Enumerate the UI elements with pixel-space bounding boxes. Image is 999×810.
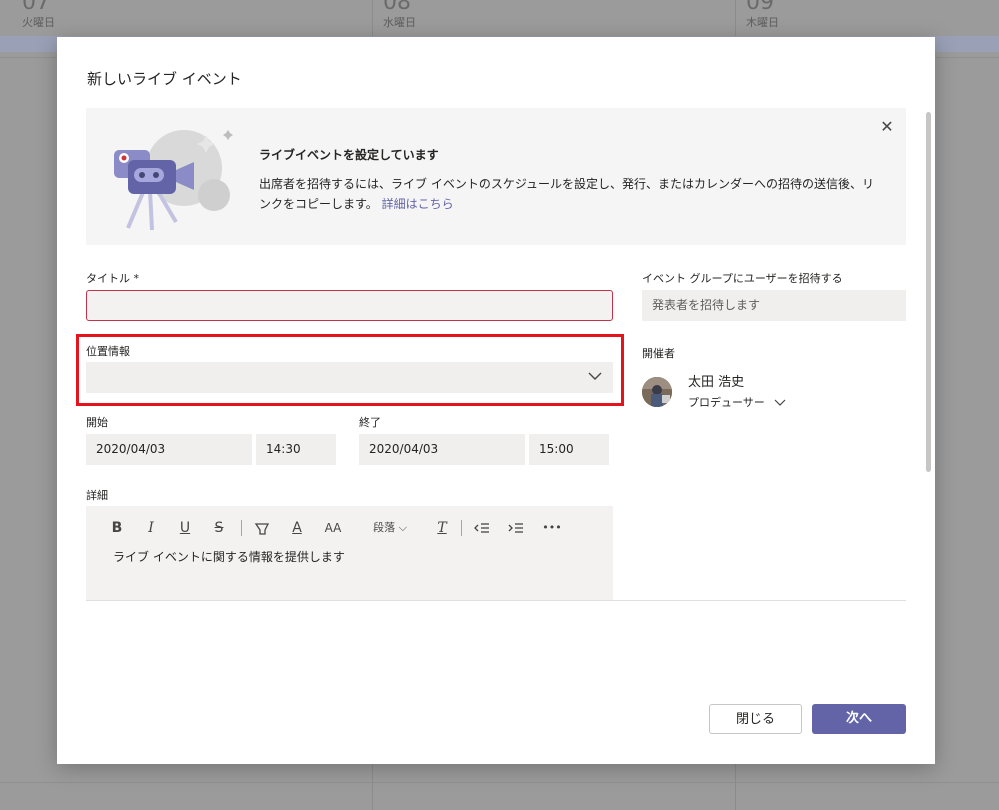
outdent-icon[interactable]	[472, 516, 492, 540]
details-editor[interactable]: B I U S A AA 段落 ⌵ T ••• ライブ イベントに関する情報を提…	[86, 506, 613, 601]
chevron-down-icon	[774, 399, 786, 406]
day-number: 08	[383, 0, 411, 15]
format-toolbar: B I U S A AA 段落 ⌵ T •••	[86, 516, 613, 540]
italic-button[interactable]: I	[142, 516, 160, 540]
underline-button[interactable]: U	[176, 516, 194, 540]
paragraph-label: 段落	[373, 521, 396, 534]
close-banner-icon[interactable]: ✕	[878, 118, 896, 136]
dialog-title: 新しいライブ イベント	[87, 70, 242, 88]
invite-presenters-input[interactable]: 発表者を招待します	[642, 290, 906, 321]
font-size-button[interactable]: AA	[322, 516, 344, 540]
organizer-role-dropdown[interactable]: プロデューサー	[688, 394, 786, 410]
calendar-gridline	[0, 782, 999, 783]
more-options-button[interactable]: •••	[540, 516, 564, 540]
start-date-field[interactable]: 2020/04/03	[86, 434, 252, 465]
title-input[interactable]	[87, 291, 612, 320]
banner-text: 出席者を招待するには、ライブ イベントのスケジュールを設定し、発行、またはカレン…	[259, 174, 879, 214]
start-time-field[interactable]: 14:30	[256, 434, 336, 465]
banner-body-text: 出席者を招待するには、ライブ イベントのスケジュールを設定し、発行、またはカレン…	[259, 177, 874, 211]
location-label: 位置情報	[86, 345, 130, 358]
info-banner: ✕ ライブイベントを設定しています 出席者を招待するには、ライブ イベントのスケ…	[86, 108, 906, 245]
location-dropdown[interactable]	[86, 362, 613, 393]
strikethrough-button[interactable]: S	[210, 516, 228, 540]
indent-icon[interactable]	[506, 516, 526, 540]
title-field[interactable]	[86, 290, 613, 321]
end-time-field[interactable]: 15:00	[529, 434, 609, 465]
chevron-down-icon[interactable]	[587, 368, 603, 384]
organizer-name: 太田 浩史	[688, 375, 745, 390]
dialog-scrollbar[interactable]	[926, 112, 931, 472]
learn-more-link[interactable]: 詳細はこちら	[382, 197, 454, 211]
banner-heading: ライブイベントを設定しています	[259, 148, 439, 162]
title-label: タイトル *	[86, 272, 139, 285]
avatar-photo	[642, 377, 672, 407]
day-label: 水曜日	[383, 16, 416, 29]
day-label: 木曜日	[746, 16, 779, 29]
next-button[interactable]: 次へ	[812, 704, 906, 734]
font-color-button[interactable]: A	[288, 516, 306, 540]
end-date-field[interactable]: 2020/04/03	[359, 434, 525, 465]
start-label: 開始	[86, 416, 108, 429]
invite-label: イベント グループにユーザーを招待する	[642, 272, 843, 285]
end-label: 終了	[359, 416, 381, 429]
organizer-role: プロデューサー	[688, 396, 765, 409]
details-label: 詳細	[86, 489, 108, 502]
bold-button[interactable]: B	[108, 516, 126, 540]
close-button[interactable]: 閉じる	[709, 704, 802, 734]
paragraph-dropdown[interactable]: 段落 ⌵	[368, 516, 412, 540]
toolbar-separator	[241, 520, 242, 536]
toolbar-separator	[461, 520, 462, 536]
day-number: 09	[746, 0, 774, 15]
avatar	[642, 377, 672, 407]
chevron-down-icon: ⌵	[398, 521, 407, 534]
video-camera-illustration	[114, 130, 233, 231]
new-live-event-dialog: 新しいライブ イベント ✕ ライブイベントを設定しています 出席者を招待するには…	[57, 37, 935, 764]
day-number: 07	[22, 0, 50, 15]
details-placeholder: ライブ イベントに関する情報を提供します	[113, 550, 345, 564]
clear-format-button[interactable]: T	[432, 516, 452, 540]
divider	[86, 600, 906, 601]
day-label: 火曜日	[22, 16, 55, 29]
highlighter-icon[interactable]	[252, 516, 272, 540]
organizer-label: 開催者	[642, 347, 675, 360]
